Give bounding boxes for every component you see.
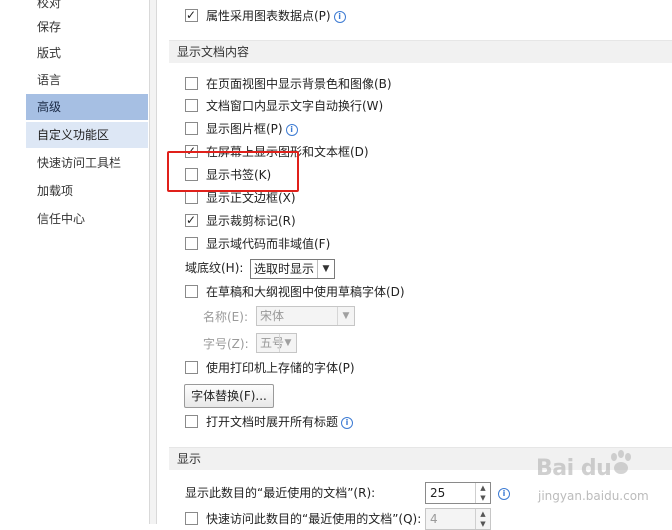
font-size-label: 字号(Z): (203, 337, 249, 351)
watermark-brand: Bai du (536, 456, 612, 481)
section-header-display-content: 显示文档内容 (169, 40, 672, 63)
chevron-down-icon[interactable]: ▼ (476, 493, 490, 503)
chevron-down-icon[interactable]: ▼ (476, 519, 490, 529)
recent-docs-spinner[interactable]: 25 ▲ ▼ (425, 482, 491, 504)
option-crop-marks[interactable]: 显示裁剪标记(R) (185, 210, 296, 231)
option-expand-headings[interactable]: 打开文档时展开所有标题 i (185, 412, 354, 432)
option-printer-fonts[interactable]: 使用打印机上存储的字体(P) (185, 358, 355, 378)
info-icon: i (285, 124, 298, 136)
option-show-background[interactable]: 在页面视图中显示背景色和图像(B) (185, 74, 392, 94)
spinner-value: 25 (430, 486, 446, 500)
select-value: 选取时显示 (254, 262, 315, 276)
field-shading-label: 域底纹(H): (185, 261, 244, 275)
font-size-select[interactable]: 五号 ▼ (256, 333, 297, 353)
nav-item-trust-center[interactable]: 信任中心 (26, 206, 148, 232)
checkbox[interactable] (185, 122, 198, 135)
chevron-up-icon[interactable]: ▲ (476, 509, 490, 519)
option-label: 文档窗口内显示文字自动换行(W) (206, 99, 384, 113)
option-draft-font[interactable]: 在草稿和大纲视图中使用草稿字体(D) (185, 282, 405, 302)
select-value: 宋体 (260, 309, 285, 323)
nav-item-customize-ribbon[interactable]: 自定义功能区 (26, 122, 148, 148)
checkbox[interactable] (185, 285, 198, 298)
watermark-url: jingyan.baidu.com (538, 489, 649, 503)
option-label: 在页面视图中显示背景色和图像(B) (206, 77, 392, 91)
nav-item-save[interactable]: 保存 (26, 14, 148, 40)
info-icon: i (333, 11, 346, 23)
info-icon: i (498, 488, 510, 500)
checkbox[interactable] (185, 77, 198, 90)
option-label: 显示图片框(P) (206, 122, 283, 136)
advanced-options-panel: 属性采用图表数据点(P)i 显示文档内容 在页面视图中显示背景色和图像(B) 文… (157, 0, 672, 530)
field-shading-select[interactable]: 选取时显示 ▼ (250, 259, 335, 279)
option-picture-placeholders[interactable]: 显示图片框(P) i (185, 119, 298, 139)
nav-item-advanced[interactable]: 高级 (26, 94, 148, 120)
nav-divider (149, 0, 157, 524)
checkbox[interactable] (185, 99, 198, 112)
options-nav: 校对 保存 版式 语言 高级 自定义功能区 快速访问工具栏 加载项 信任中心 (25, 0, 149, 524)
option-label: 显示正文边框(X) (206, 191, 296, 205)
window-left-edge (0, 0, 26, 524)
nav-item-addins[interactable]: 加载项 (26, 178, 148, 204)
option-chart-datapoints[interactable]: 属性采用图表数据点(P)i (185, 5, 346, 26)
nav-item-quick-access-toolbar[interactable]: 快速访问工具栏 (26, 150, 148, 176)
option-label: 使用打印机上存储的字体(P) (206, 361, 355, 375)
option-label: 在草稿和大纲视图中使用草稿字体(D) (206, 285, 405, 299)
option-wrap-text[interactable]: 文档窗口内显示文字自动换行(W) (185, 96, 383, 116)
option-label: 显示域代码而非域值(F) (206, 237, 331, 251)
info-icon: i (341, 417, 354, 429)
checkbox[interactable] (185, 210, 198, 230)
checkbox[interactable] (185, 415, 198, 428)
nav-item-layout[interactable]: 版式 (26, 40, 148, 66)
option-label: 显示裁剪标记(R) (206, 214, 296, 228)
option-label: 属性采用图表数据点(P) (206, 9, 331, 23)
recent-docs-label: 显示此数目的“最近使用的文档”(R): (185, 486, 376, 500)
checkbox[interactable] (185, 237, 198, 250)
quick-access-recent-spinner[interactable]: 4 ▲ ▼ (425, 508, 491, 530)
font-substitution-button[interactable]: 字体替换(F)... (184, 384, 274, 408)
chevron-up-icon[interactable]: ▲ (476, 483, 490, 493)
chevron-down-icon[interactable]: ▼ (337, 307, 354, 325)
font-name-select[interactable]: 宋体 ▼ (256, 306, 355, 326)
nav-item-language[interactable]: 语言 (26, 67, 148, 93)
font-name-label: 名称(E): (203, 310, 248, 324)
paw-icon (611, 450, 631, 474)
option-quick-access-recent[interactable]: 快速访问此数目的“最近使用的文档”(Q): (185, 509, 421, 529)
chevron-down-icon[interactable]: ▼ (279, 334, 296, 352)
baidu-watermark: Bai du jingyan.baidu.com (536, 448, 672, 518)
checkbox[interactable] (185, 512, 198, 525)
checkbox[interactable] (185, 191, 198, 204)
option-label: 打开文档时展开所有标题 (206, 415, 339, 429)
checkbox[interactable] (185, 5, 198, 25)
checkbox[interactable] (185, 361, 198, 374)
chevron-down-icon[interactable]: ▼ (317, 260, 334, 278)
option-field-codes[interactable]: 显示域代码而非域值(F) (185, 234, 330, 254)
highlight-annotation-box (167, 151, 299, 192)
